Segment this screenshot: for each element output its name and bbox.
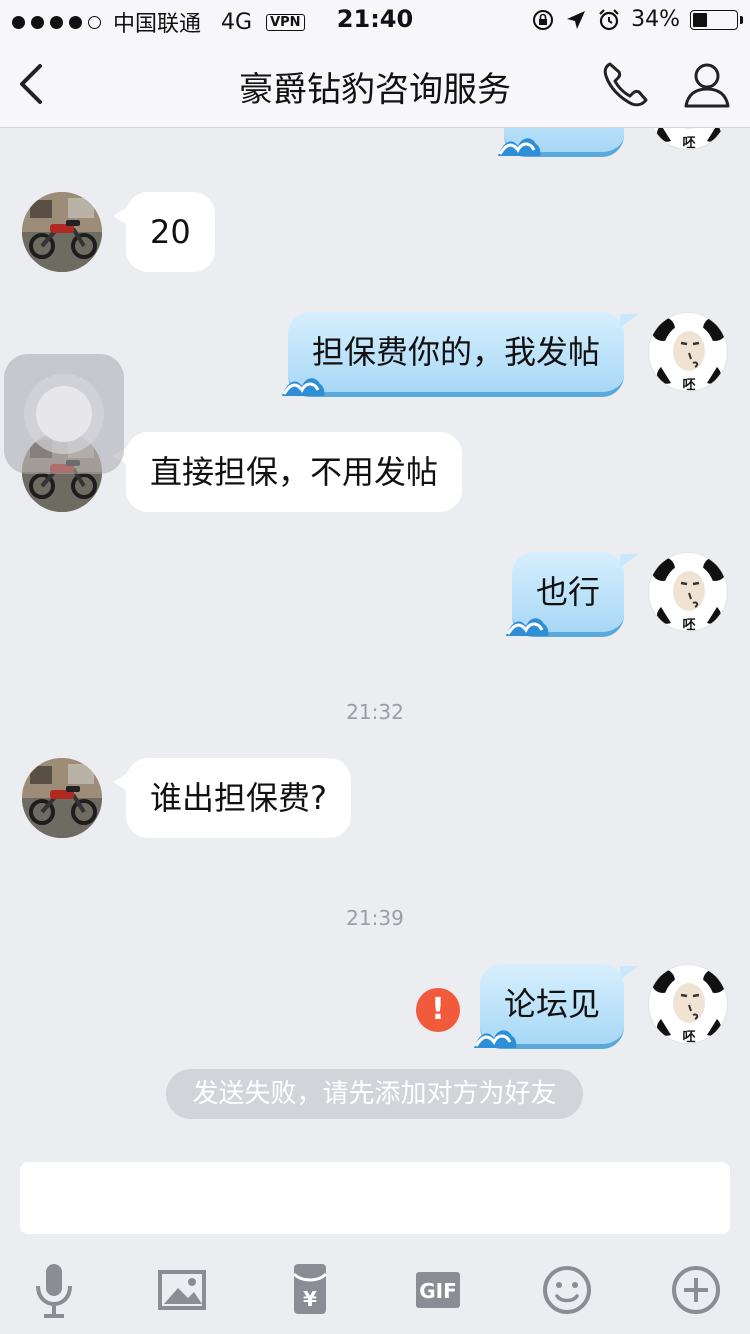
message-text: 直接担保，不用发帖 — [150, 453, 439, 491]
image-icon[interactable] — [150, 1258, 214, 1322]
send-failed-notice: 发送失败，请先添加对方为好友 — [166, 1069, 583, 1119]
message-input[interactable] — [20, 1162, 730, 1234]
motorcycle-photo-icon — [22, 758, 102, 838]
message-text: 担保费你的，我发帖 — [311, 333, 600, 371]
panda-face-icon: 呸 — [651, 557, 727, 632]
gif-icon[interactable]: GIF — [406, 1258, 470, 1322]
motorcycle-photo-icon — [22, 192, 102, 272]
message-text: 谁出担保费? — [150, 779, 327, 817]
profile-icon[interactable] — [680, 58, 734, 112]
panda-face-icon: 呸 — [651, 969, 727, 1044]
wave-decoration-icon — [505, 618, 549, 636]
gif-label: GIF — [419, 1279, 457, 1303]
message-timestamp: 21:32 — [346, 700, 404, 724]
chat-screen: 中国联通 4G VPN 21:40 34% 呸 20 担保费你的，我发帖 呸 直… — [0, 0, 750, 1334]
message-timestamp: 21:39 — [346, 906, 404, 930]
message-text: 论坛见 — [503, 985, 600, 1023]
send-failed-icon[interactable]: ! — [416, 988, 460, 1032]
red-packet-icon[interactable]: ¥ — [278, 1258, 342, 1322]
message-bubble-incoming[interactable]: 20 — [113, 192, 215, 272]
assistive-touch-button[interactable] — [4, 354, 124, 474]
panda-caption: 呸 — [682, 1030, 695, 1044]
my-avatar[interactable]: 呸 — [648, 552, 728, 632]
message-bubble-outgoing[interactable]: 论坛见 — [473, 964, 639, 1049]
panda-caption: 呸 — [682, 378, 695, 392]
message-bubble-outgoing[interactable]: 也行 — [505, 552, 639, 637]
message-text: 也行 — [535, 573, 600, 611]
message-bubble-incoming[interactable]: 谁出担保费? — [113, 758, 351, 838]
my-avatar[interactable]: 呸 — [648, 312, 728, 392]
panda-face-icon: 呸 — [651, 317, 727, 392]
message-text: 20 — [150, 213, 191, 251]
navigation-bar: 豪爵钻豹咨询服务 — [0, 40, 750, 128]
input-toolbar: ¥ GIF — [0, 1248, 750, 1334]
wave-decoration-icon — [473, 1030, 517, 1048]
mic-icon[interactable] — [22, 1258, 86, 1322]
message-list[interactable]: 嗯 呸 — [0, 0, 750, 1334]
emoji-icon[interactable] — [535, 1258, 599, 1322]
message-bubble-incoming[interactable]: 直接担保，不用发帖 — [112, 432, 463, 512]
message-bubble-outgoing[interactable]: 担保费你的，我发帖 — [281, 312, 639, 397]
panda-caption: 呸 — [682, 136, 695, 150]
plus-icon[interactable] — [664, 1258, 728, 1322]
phone-call-icon[interactable] — [598, 58, 652, 112]
contact-avatar[interactable] — [22, 192, 102, 272]
assistive-touch-core — [36, 386, 92, 442]
wave-decoration-icon — [281, 378, 325, 396]
contact-avatar[interactable] — [22, 758, 102, 838]
wave-decoration-icon — [497, 138, 541, 156]
my-avatar[interactable]: 呸 — [648, 964, 728, 1044]
panda-caption: 呸 — [682, 618, 695, 632]
red-packet-label: ¥ — [303, 1287, 317, 1311]
